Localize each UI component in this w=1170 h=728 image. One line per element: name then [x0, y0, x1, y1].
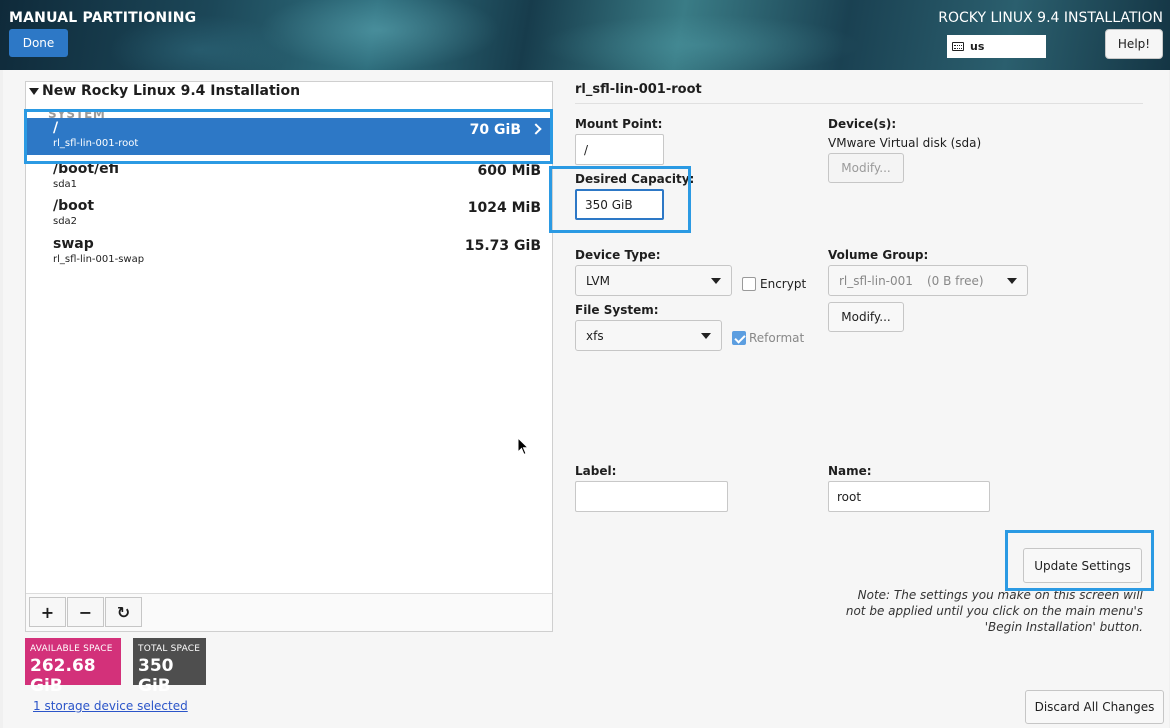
- partition-device: sda1: [53, 179, 78, 190]
- refresh-button[interactable]: ↻: [105, 597, 142, 627]
- encrypt-label: Encrypt: [760, 277, 807, 291]
- desired-capacity-label: Desired Capacity:: [575, 172, 695, 186]
- storage-device-link[interactable]: 1 storage device selected: [33, 699, 188, 713]
- partition-row-boot-efi[interactable]: /boot/efi sda1 600 MiB: [26, 159, 552, 196]
- file-system-select[interactable]: xfs: [575, 320, 722, 351]
- discard-all-changes-button[interactable]: Discard All Changes: [1025, 690, 1164, 724]
- installation-title: ROCKY LINUX 9.4 INSTALLATION: [938, 10, 1163, 26]
- volume-group-free: (0 B free): [927, 274, 984, 288]
- desired-capacity-input[interactable]: 350 GiB: [575, 189, 664, 220]
- system-section-label: SYSTEM: [48, 107, 106, 121]
- add-partition-button[interactable]: +: [29, 597, 66, 627]
- keyboard-icon: [952, 42, 964, 51]
- partition-device: sda2: [53, 216, 78, 227]
- partition-toolbar: + − ↻: [26, 593, 552, 631]
- volume-group-label: Volume Group:: [828, 248, 929, 262]
- mouse-pointer-icon: [517, 437, 530, 456]
- available-space-box: AVAILABLE SPACE 262.68 GiB: [25, 638, 121, 696]
- partition-device: rl_sfl-lin-001-swap: [53, 254, 145, 265]
- partition-row-swap[interactable]: swap rl_sfl-lin-001-swap 15.73 GiB: [26, 234, 552, 271]
- file-system-value: xfs: [586, 328, 604, 343]
- file-system-label: File System:: [575, 303, 659, 317]
- page-title: MANUAL PARTITIONING: [9, 10, 197, 26]
- keyboard-layout-label: us: [970, 40, 985, 53]
- partition-mount: /boot/efi: [53, 161, 120, 177]
- name-field-label: Name:: [828, 464, 872, 478]
- mount-point-label: Mount Point:: [575, 117, 663, 131]
- expand-triangle-icon[interactable]: [29, 87, 39, 95]
- reformat-label: Reformat: [749, 331, 805, 345]
- available-space-value: 262.68 GiB: [30, 656, 96, 696]
- volume-group-modify-button[interactable]: Modify...: [828, 302, 904, 332]
- update-settings-button[interactable]: Update Settings: [1023, 548, 1142, 583]
- partition-size: 1024 MiB: [467, 200, 541, 216]
- reformat-checkbox[interactable]: [732, 331, 746, 345]
- devices-modify-button[interactable]: Modify...: [828, 153, 904, 183]
- dropdown-arrow-icon: [711, 278, 721, 284]
- label-field-label: Label:: [575, 464, 617, 478]
- partition-device: rl_sfl-lin-001-root: [53, 138, 139, 149]
- mount-point-input[interactable]: /: [575, 134, 664, 165]
- available-space-label: AVAILABLE SPACE: [30, 644, 113, 654]
- partition-size: 15.73 GiB: [464, 238, 541, 254]
- chevron-right-icon: [530, 123, 542, 135]
- settings-note: Note: The settings you make on this scre…: [845, 588, 1143, 634]
- devices-label: Device(s):: [828, 117, 897, 131]
- done-button[interactable]: Done: [9, 29, 68, 57]
- total-space-box: TOTAL SPACE 350 GiB: [133, 638, 206, 696]
- keyboard-layout-indicator[interactable]: us: [947, 35, 1046, 58]
- partition-size: 70 GiB: [469, 122, 521, 138]
- device-type-value: LVM: [586, 273, 610, 288]
- installation-tree-header[interactable]: New Rocky Linux 9.4 Installation: [29, 83, 300, 99]
- partition-row-boot[interactable]: /boot sda2 1024 MiB: [26, 196, 552, 233]
- volume-group-select[interactable]: rl_sfl-lin-001 (0 B free): [828, 265, 1028, 296]
- device-type-label: Device Type:: [575, 248, 661, 262]
- encrypt-checkbox[interactable]: [742, 277, 756, 291]
- partition-size: 600 MiB: [477, 163, 542, 179]
- partition-detail-title: rl_sfl-lin-001-root: [575, 82, 702, 97]
- devices-value: VMware Virtual disk (sda): [828, 136, 982, 150]
- dropdown-arrow-icon: [701, 333, 711, 339]
- partition-mount: swap: [53, 236, 94, 252]
- total-space-label: TOTAL SPACE: [138, 644, 201, 654]
- device-type-select[interactable]: LVM: [575, 265, 732, 296]
- label-input[interactable]: [575, 481, 728, 512]
- partition-row-root[interactable]: / rl_sfl-lin-001-root 70 GiB: [26, 118, 552, 155]
- help-button[interactable]: Help!: [1105, 29, 1163, 59]
- dropdown-arrow-icon: [1007, 278, 1017, 284]
- partition-mount: /boot: [53, 198, 95, 214]
- remove-partition-button[interactable]: −: [67, 597, 104, 627]
- installation-tree-label: New Rocky Linux 9.4 Installation: [42, 83, 301, 99]
- total-space-value: 350 GiB: [138, 656, 174, 696]
- partition-mount: /: [53, 120, 59, 136]
- name-input[interactable]: root: [828, 481, 990, 512]
- detail-divider: [575, 103, 1143, 104]
- volume-group-value: rl_sfl-lin-001: [839, 273, 913, 288]
